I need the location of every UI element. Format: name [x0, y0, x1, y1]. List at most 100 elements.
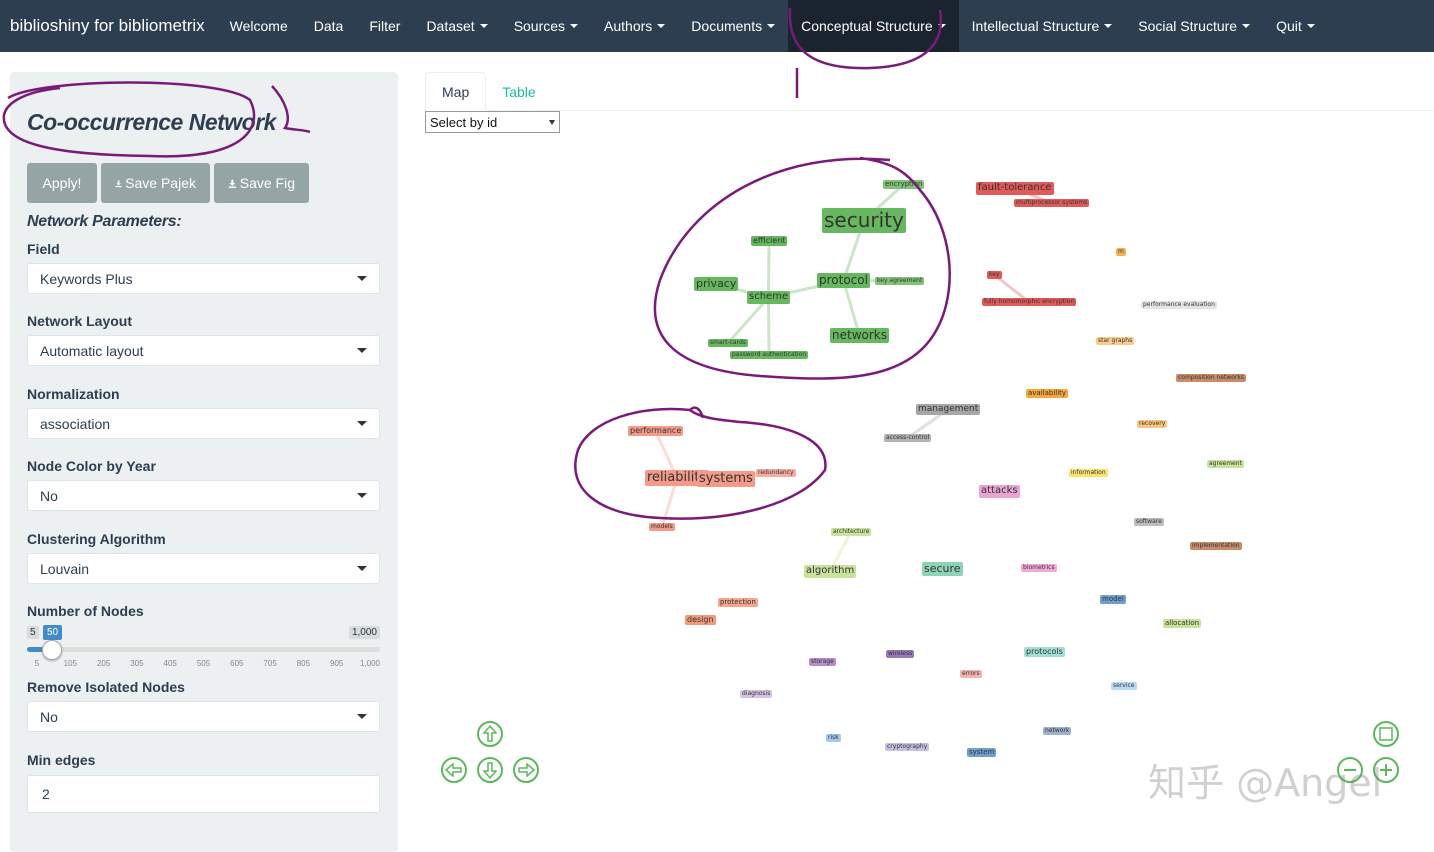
nav-conceptual-structure[interactable]: Conceptual Structure	[788, 0, 959, 52]
nav-label: Conceptual Structure	[801, 18, 933, 34]
nav-label: Social Structure	[1138, 18, 1238, 34]
network-node[interactable]: star graphs	[1096, 337, 1135, 345]
app-brand[interactable]: biblioshiny for bibliometrix	[0, 16, 217, 36]
network-node[interactable]: risk	[826, 734, 841, 742]
slider-tick: 805	[296, 659, 311, 668]
network-node[interactable]: software	[1134, 518, 1164, 526]
nav-social-structure[interactable]: Social Structure	[1125, 0, 1263, 52]
network-node[interactable]: composition networks	[1176, 374, 1246, 382]
caret-down-icon	[767, 24, 776, 28]
save-pajek-button[interactable]: Save Pajek	[101, 163, 210, 203]
network-node[interactable]: security	[822, 208, 906, 233]
tab-map[interactable]: Map	[425, 72, 487, 111]
network-node[interactable]: storage	[809, 658, 836, 666]
layout-select[interactable]: Automatic layout	[27, 335, 380, 366]
network-node[interactable]: access-control	[884, 434, 932, 442]
nav-quit[interactable]: Quit	[1263, 0, 1328, 52]
network-node[interactable]: models	[649, 523, 675, 531]
remove-isolated-select[interactable]: No	[27, 701, 380, 732]
network-node[interactable]: errors	[960, 670, 982, 678]
nav-filter[interactable]: Filter	[356, 0, 413, 52]
tab-table[interactable]: Table	[486, 72, 551, 111]
network-node[interactable]: multiprocessor systems	[1014, 199, 1090, 207]
network-node[interactable]: service	[1111, 682, 1137, 690]
network-node[interactable]: efficient	[751, 236, 788, 246]
network-node[interactable]: agreement	[1207, 460, 1244, 468]
network-node[interactable]: smart-cards	[708, 339, 748, 347]
pan-right-icon[interactable]	[513, 757, 539, 783]
fit-view-icon[interactable]	[1373, 721, 1399, 747]
normalization-label: Normalization	[27, 386, 120, 402]
network-node[interactable]: protection	[718, 598, 758, 607]
nav-label: Intellectual Structure	[971, 18, 1100, 34]
nav-welcome[interactable]: Welcome	[217, 0, 301, 52]
apply-button[interactable]: Apply!	[27, 163, 97, 203]
network-node[interactable]: system	[967, 748, 997, 757]
network-node[interactable]: scheme	[747, 291, 791, 304]
select-by-id[interactable]: Select by id	[425, 111, 560, 133]
network-node[interactable]: diagnosis	[740, 690, 773, 698]
network-node[interactable]: secure	[922, 562, 963, 576]
network-edge	[767, 297, 771, 356]
network-node[interactable]: encryption	[883, 180, 925, 189]
network-node[interactable]: design	[685, 615, 716, 625]
slider-tick: 5	[34, 659, 40, 668]
nav-intellectual-structure[interactable]: Intellectual Structure	[959, 0, 1126, 52]
network-node[interactable]: password authentication	[730, 351, 809, 359]
caret-down-icon	[570, 24, 579, 28]
caret-down-icon	[657, 24, 666, 28]
network-node[interactable]: redundancy	[756, 469, 796, 477]
sidebar-panel: Co-occurrence Network Apply! Save Pajek …	[10, 72, 398, 852]
network-node[interactable]: attacks	[979, 485, 1020, 498]
color-by-year-select[interactable]: No	[27, 480, 380, 511]
network-node[interactable]: allocation	[1163, 619, 1202, 628]
nav-label: Quit	[1276, 18, 1302, 34]
nav-dataset[interactable]: Dataset	[413, 0, 500, 52]
network-node[interactable]: protocols	[1024, 647, 1065, 657]
network-node[interactable]: performance	[628, 426, 684, 436]
pan-up-icon[interactable]	[477, 721, 503, 747]
network-node[interactable]: systems	[697, 471, 755, 488]
slider-track[interactable]	[27, 647, 380, 652]
network-node[interactable]: key	[987, 271, 1002, 279]
network-node[interactable]: fault-tolerance	[976, 182, 1054, 195]
nav-label: Welcome	[229, 18, 288, 34]
network-node[interactable]: architecture	[831, 528, 872, 536]
network-node[interactable]: recovery	[1137, 420, 1168, 428]
network-map[interactable]: security encryption efficient privacy scheme…	[425, 140, 1434, 838]
network-node[interactable]: privacy	[694, 277, 739, 291]
pan-down-icon[interactable]	[477, 757, 503, 783]
network-node[interactable]: information	[1069, 469, 1108, 477]
network-node[interactable]: performance evaluation	[1141, 301, 1217, 309]
network-node[interactable]: algorithm	[804, 565, 857, 578]
network-node[interactable]: protocol	[817, 273, 870, 288]
network-node[interactable]: model	[1100, 595, 1126, 604]
slider-handle[interactable]	[42, 640, 62, 660]
nav-documents[interactable]: Documents	[678, 0, 788, 52]
min-edges-input[interactable]: 2	[27, 775, 380, 813]
normalization-value: association	[40, 415, 111, 432]
field-select[interactable]: Keywords Plus	[27, 263, 380, 294]
network-node[interactable]: implementation	[1190, 542, 1242, 550]
network-node[interactable]: management	[916, 404, 981, 416]
network-node[interactable]: fully homomorphic encryption	[982, 298, 1077, 306]
save-fig-button[interactable]: Save Fig	[214, 163, 309, 203]
network-node[interactable]: cryptography	[885, 743, 930, 751]
pan-left-icon[interactable]	[441, 757, 467, 783]
network-node[interactable]: key agreement	[875, 277, 925, 285]
network-node[interactable]: networks	[830, 328, 889, 343]
network-node[interactable]: m	[1116, 248, 1126, 256]
network-node[interactable]: network	[1043, 727, 1072, 735]
nodes-slider[interactable]: 5 50 1,000 5 105 205 305 405 505 605 705 805 905 1…	[27, 623, 380, 669]
clustering-select[interactable]: Louvain	[27, 553, 380, 584]
network-node[interactable]: wireless	[886, 650, 915, 658]
caret-down-icon	[1306, 24, 1315, 28]
nav-sources[interactable]: Sources	[501, 0, 591, 52]
normalization-select[interactable]: association	[27, 408, 380, 439]
network-node[interactable]: biometrics	[1021, 564, 1057, 572]
nav-data[interactable]: Data	[301, 0, 357, 52]
nav-authors[interactable]: Authors	[591, 0, 678, 52]
slider-tick: 1,000	[359, 659, 381, 668]
caret-down-icon	[937, 24, 946, 28]
network-node[interactable]: availability	[1026, 389, 1069, 398]
